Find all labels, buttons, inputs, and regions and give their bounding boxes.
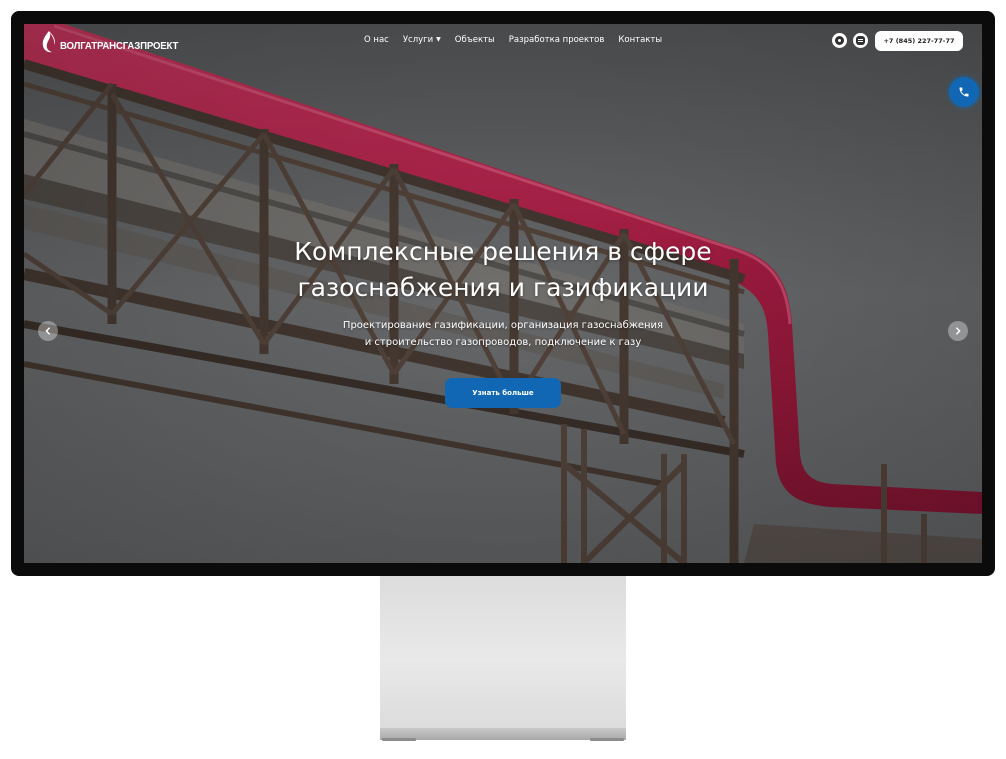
hero-subtitle: Проектирование газификации, организация … [24, 317, 982, 351]
header-phone-button[interactable]: +7 (845) 227-77-77 [875, 31, 963, 51]
stand-foot-left [382, 738, 416, 741]
nav-item-projects[interactable]: Разработка проектов [509, 35, 605, 45]
monitor-stand [380, 576, 626, 728]
site-header: ВОЛГАТРАНСГАЗПРОЕКТ О нас Услуги ▼ Объект… [24, 24, 982, 60]
nav-item-about[interactable]: О нас [364, 35, 389, 45]
nav-item-objects[interactable]: Объекты [455, 35, 495, 45]
hero-subtitle-line-1: Проектирование газификации, организация … [342, 320, 664, 331]
nav-item-contacts[interactable]: Контакты [618, 35, 662, 45]
flame-logo-icon [42, 31, 55, 53]
callback-button[interactable] [949, 77, 979, 107]
learn-more-button[interactable]: Узнать больше [445, 378, 561, 408]
phone-icon [959, 87, 969, 97]
brand-name: ВОЛГАТРАНСГАЗПРОЕКТ [60, 40, 179, 52]
whatsapp-button[interactable] [832, 33, 847, 48]
hero-title-line-1: Комплексные решения в сфере [294, 237, 712, 266]
hero-title-line-2: газоснабжения и газификации [297, 273, 709, 302]
site-logo[interactable]: ВОЛГАТРАНСГАЗПРОЕКТ [40, 30, 189, 54]
website-screen: ВОЛГАТРАНСГАЗПРОЕКТ О нас Услуги ▼ Объект… [24, 24, 982, 563]
main-nav: О нас Услуги ▼ Объекты Разработка проекто… [364, 35, 662, 45]
monitor-frame: ВОЛГАТРАНСГАЗПРОЕКТ О нас Услуги ▼ Объект… [11, 11, 995, 576]
stand-foot-right [590, 738, 624, 741]
whatsapp-icon [835, 36, 844, 45]
viber-icon [856, 36, 865, 45]
chevron-down-icon: ▼ [436, 36, 441, 43]
hero-title: Комплексные решения в сфере газоснабжени… [24, 234, 982, 306]
hero-subtitle-line-2: и строительство газопроводов, подключени… [364, 337, 642, 348]
nav-services-label: Услуги [402, 35, 434, 45]
nav-item-services[interactable]: Услуги ▼ [403, 35, 441, 45]
viber-button[interactable] [853, 33, 868, 48]
